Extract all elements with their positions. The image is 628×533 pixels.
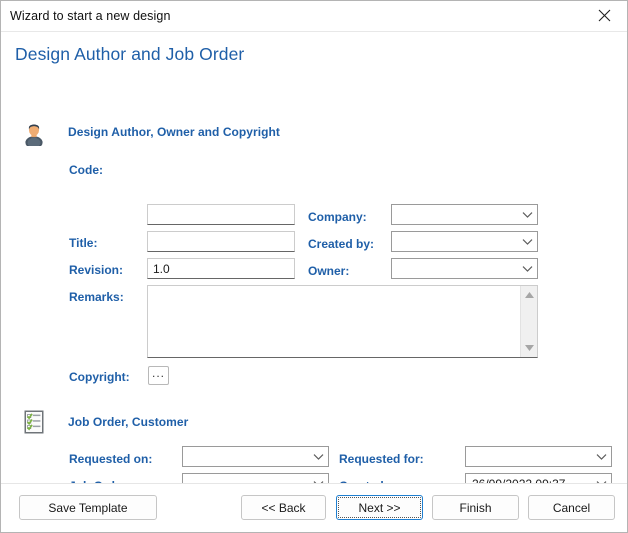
chevron-down-icon [517, 265, 537, 273]
dialog-footer: Save Template << Back Next >> Finish Can… [1, 483, 627, 532]
close-icon [598, 9, 611, 22]
company-combobox[interactable] [391, 204, 538, 225]
back-button[interactable]: << Back [241, 495, 326, 520]
scroll-up-icon[interactable] [524, 288, 535, 302]
label-requested-on: Requested on: [69, 452, 153, 466]
next-button[interactable]: Next >> [336, 495, 423, 520]
requested-on-combobox[interactable] [182, 446, 329, 467]
user-avatar-icon [21, 120, 47, 149]
copyright-browse-button[interactable]: ... [148, 366, 169, 385]
label-copyright: Copyright: [69, 370, 130, 384]
title-input[interactable] [147, 231, 295, 252]
title-bar: Wizard to start a new design [1, 1, 627, 32]
label-requested-for: Requested for: [339, 452, 424, 466]
label-code: Code: [69, 162, 103, 177]
label-revision: Revision: [69, 263, 124, 277]
requested-for-combobox[interactable] [465, 446, 612, 467]
label-remarks: Remarks: [69, 290, 124, 304]
chevron-down-icon [308, 453, 328, 461]
close-button[interactable] [582, 1, 627, 30]
label-owner: Owner: [308, 264, 350, 278]
cancel-button[interactable]: Cancel [528, 495, 615, 520]
label-company: Company: [308, 210, 367, 224]
page-header: Design Author and Job Order [1, 32, 627, 78]
section-heading-design-author: Design Author, Owner and Copyright [68, 125, 280, 139]
section-heading-job-order: Job Order, Customer [68, 415, 189, 429]
remarks-field[interactable] [147, 285, 538, 358]
form-body: Design Author, Owner and Copyright Code:… [1, 78, 627, 521]
revision-input[interactable] [147, 258, 295, 279]
label-created-by: Created by: [308, 237, 375, 251]
clipboard-checklist-icon [21, 408, 47, 434]
wizard-dialog: Wizard to start a new design Design Auth… [0, 0, 628, 533]
code-input[interactable] [147, 204, 295, 225]
chevron-down-icon [591, 453, 611, 461]
remarks-scrollbar[interactable] [520, 286, 537, 357]
scroll-down-icon[interactable] [524, 341, 535, 355]
created-by-combobox[interactable] [391, 231, 538, 252]
owner-combobox[interactable] [391, 258, 538, 279]
window-title: Wizard to start a new design [10, 9, 171, 23]
chevron-down-icon [517, 238, 537, 246]
chevron-down-icon [517, 211, 537, 219]
save-template-button[interactable]: Save Template [19, 495, 157, 520]
page-title: Design Author and Job Order [15, 44, 245, 64]
remarks-textarea[interactable] [148, 286, 520, 357]
finish-button[interactable]: Finish [432, 495, 519, 520]
label-title: Title: [69, 236, 98, 250]
